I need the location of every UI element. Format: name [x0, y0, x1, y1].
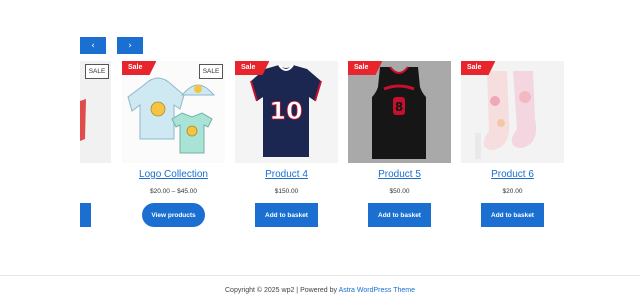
- product-image[interactable]: 8 Sale: [348, 61, 451, 163]
- view-products-button[interactable]: View products: [142, 203, 205, 227]
- footer-divider: [0, 275, 640, 276]
- carousel-next-button[interactable]: ›: [117, 37, 143, 54]
- chevron-right-icon: ›: [128, 40, 132, 51]
- product-title-link[interactable]: Product 6: [461, 169, 564, 180]
- sale-badge-secondary: SALE: [199, 64, 223, 79]
- product-title-link[interactable]: Logo Collection: [122, 169, 225, 180]
- product-image[interactable]: SALE: [80, 61, 111, 163]
- basketball-jersey-image: 8: [348, 61, 451, 163]
- site-footer: Copyright © 2025 wp2 | Powered by Astra …: [0, 287, 640, 294]
- product-image[interactable]: Sale: [461, 61, 564, 163]
- product-image[interactable]: Sale SALE: [122, 61, 225, 163]
- product-price: $150.00: [274, 188, 299, 195]
- add-to-basket-button[interactable]: [80, 203, 91, 227]
- socks-image: [461, 61, 564, 163]
- add-to-basket-button[interactable]: Add to basket: [368, 203, 431, 227]
- chevron-left-icon: ‹: [91, 40, 95, 51]
- add-to-basket-button[interactable]: Add to basket: [481, 203, 544, 227]
- product-price: $20.00 – $45.00: [150, 188, 197, 195]
- svg-text:10: 10: [269, 97, 302, 125]
- product-price: $20.00: [502, 188, 523, 195]
- product-image[interactable]: 10 Sale: [235, 61, 338, 163]
- product-title-link[interactable]: Product 4: [235, 169, 338, 180]
- svg-text:8: 8: [395, 100, 403, 114]
- jersey-image: 10: [235, 61, 338, 163]
- sale-badge: SALE: [85, 64, 109, 79]
- add-to-basket-button[interactable]: Add to basket: [255, 203, 318, 227]
- product-price: $50.00: [389, 188, 410, 195]
- theme-link[interactable]: Astra WordPress Theme: [339, 287, 415, 294]
- carousel-prev-button[interactable]: ‹: [80, 37, 106, 54]
- product-title-link[interactable]: Product 5: [348, 169, 451, 180]
- copyright-text: Copyright © 2025 wp2 | Powered by: [225, 287, 339, 294]
